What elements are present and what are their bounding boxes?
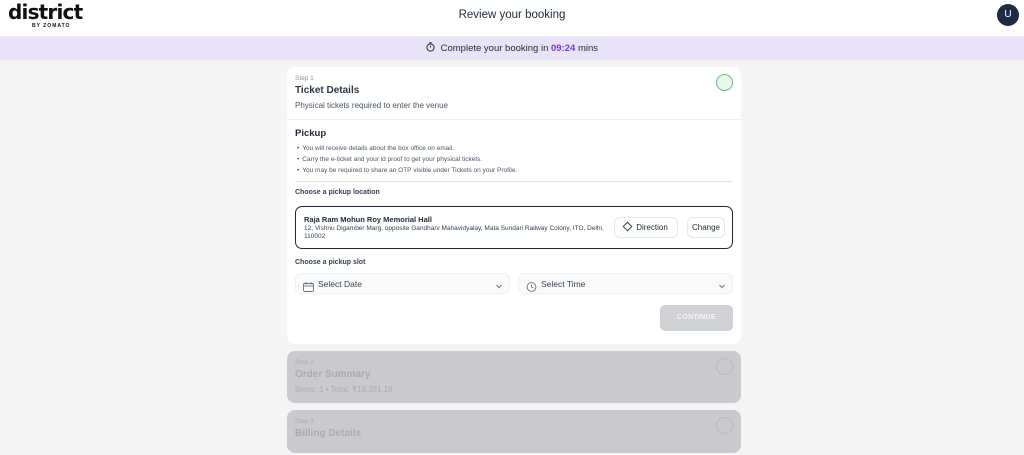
list-item: Carry the e-ticket and your id proof to … — [297, 154, 517, 165]
direction-label: Direction — [636, 223, 668, 232]
pickup-location-card[interactable]: Raja Ram Mohun Roy Memorial Hall 12, Vis… — [295, 206, 733, 249]
stopwatch-icon — [426, 38, 435, 61]
chevron-down-icon — [717, 278, 727, 289]
booking-timer-banner: Complete your booking in 09:24 mins — [0, 37, 1024, 60]
chevron-down-icon — [494, 278, 504, 289]
step-1-title: Ticket Details — [295, 85, 360, 96]
order-summary-card[interactable]: Step 2 Order Summary Items: 1 • Total: ₹… — [287, 351, 741, 403]
directions-icon — [622, 221, 633, 232]
divider — [287, 119, 741, 120]
change-location-button[interactable]: Change — [687, 217, 725, 238]
divider — [295, 181, 733, 182]
step-3-status-indicator — [716, 417, 733, 434]
user-avatar[interactable]: U — [997, 4, 1019, 26]
pickup-instructions: You will receive details about the box o… — [297, 143, 517, 176]
venue-name: Raja Ram Mohun Roy Memorial Hall — [304, 215, 432, 224]
step-2-subtitle: Items: 1 • Total: ₹19,381.18 — [295, 385, 393, 394]
direction-button[interactable]: Direction — [614, 217, 678, 238]
list-item: You may be required to share an OTP visi… — [297, 165, 517, 176]
select-time-dropdown[interactable]: Select Time — [518, 273, 733, 294]
step-2-status-indicator — [716, 358, 733, 375]
calendar-icon — [303, 279, 314, 292]
step-2-label: Step 2 — [295, 359, 314, 366]
step-3-title: Billing Details — [295, 428, 362, 439]
pickup-slot-label: Choose a pickup slot — [295, 259, 366, 266]
step-1-status-indicator — [716, 74, 733, 91]
pickup-location-label: Choose a pickup location — [295, 189, 380, 196]
ticket-details-card: Step 1 Ticket Details Physical tickets r… — [287, 67, 741, 344]
list-item: You will receive details about the box o… — [297, 143, 517, 154]
step-3-label: Step 3 — [295, 418, 314, 425]
billing-details-card[interactable]: Step 3 Billing Details — [287, 410, 741, 453]
timer-suffix: mins — [577, 43, 599, 54]
select-time-text: Select Time — [541, 279, 586, 289]
clock-icon — [526, 279, 537, 292]
step-1-subtitle: Physical tickets required to enter the v… — [295, 101, 448, 110]
continue-button[interactable]: CONTINUE — [660, 305, 733, 331]
timer-prefix: Complete your booking in — [440, 43, 549, 54]
select-date-dropdown[interactable]: Select Date — [295, 273, 510, 294]
page-title: Review your booking — [458, 9, 566, 21]
step-1-label: Step 1 — [295, 75, 314, 82]
select-date-text: Select Date — [318, 279, 362, 289]
timer-value: 09:24 — [551, 43, 576, 54]
pickup-title: Pickup — [295, 128, 327, 139]
top-header: district BY ZOMATO Review your booking U — [0, 0, 1024, 37]
venue-address: 12, Vishnu Digamber Marg, opposite Gandh… — [304, 225, 604, 240]
step-2-title: Order Summary — [295, 369, 371, 380]
